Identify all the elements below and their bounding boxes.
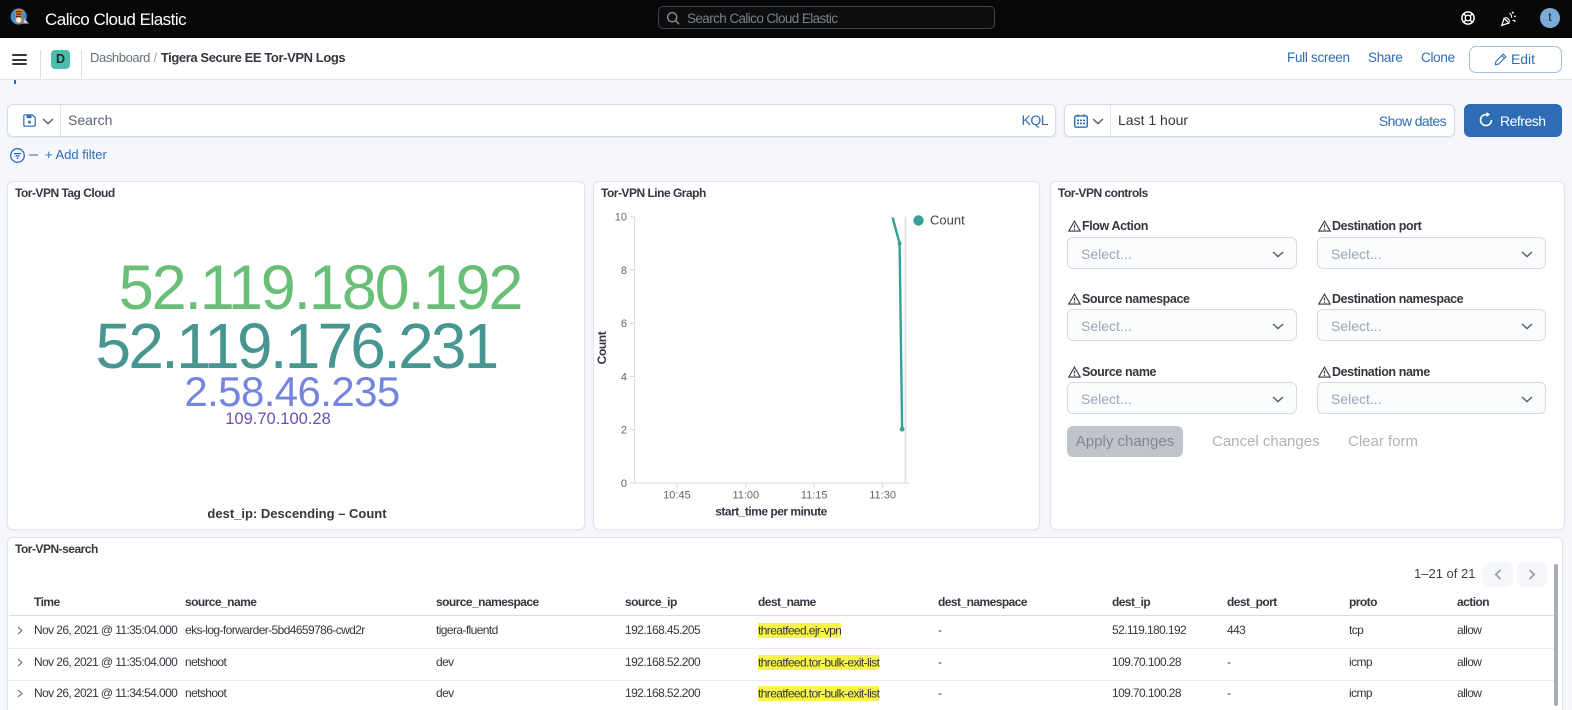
svg-text:4: 4 (621, 371, 627, 383)
svg-text:11:00: 11:00 (732, 490, 759, 502)
svg-text:0: 0 (621, 478, 627, 490)
svg-text:6: 6 (621, 318, 627, 330)
svg-text:10: 10 (615, 212, 627, 224)
svg-text:start_time per minute: start_time per minute (715, 505, 827, 519)
svg-text:2: 2 (621, 425, 627, 437)
svg-text:10:45: 10:45 (663, 490, 691, 502)
svg-text:11:30: 11:30 (869, 490, 896, 502)
svg-text:8: 8 (621, 265, 627, 277)
svg-text:Count: Count (595, 331, 609, 364)
svg-text:Count: Count (930, 213, 965, 228)
svg-text:11:15: 11:15 (801, 490, 828, 502)
